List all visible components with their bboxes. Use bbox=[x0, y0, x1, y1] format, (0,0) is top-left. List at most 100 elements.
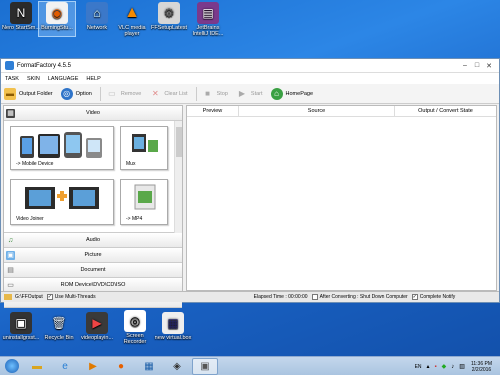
menu-language[interactable]: LANGUAGE bbox=[48, 76, 79, 82]
complete-notify-checkbox[interactable]: ✓ bbox=[411, 294, 418, 300]
tile-mux[interactable]: Mux bbox=[120, 126, 168, 170]
app-icon: ◈ bbox=[173, 360, 181, 372]
menu-help[interactable]: HELP bbox=[86, 76, 100, 82]
media-player-icon: ▶ bbox=[89, 360, 97, 372]
multithreads-checkbox[interactable]: ✓ bbox=[46, 294, 53, 300]
tray-app-icon[interactable]: ▪ bbox=[435, 364, 437, 370]
tile-mux-label: Mux bbox=[126, 161, 136, 167]
nero-icon: N bbox=[10, 2, 32, 24]
taskbar-ie[interactable]: e bbox=[52, 358, 78, 375]
category-audio[interactable]: ♫ Audio bbox=[4, 233, 182, 248]
after-converting-checkbox[interactable] bbox=[311, 294, 318, 300]
desktop-icon-jetbrains[interactable]: ▤ JetBrains IntelliJ IDE... bbox=[189, 2, 227, 37]
category-document-label: Document bbox=[80, 267, 106, 273]
formatfactory-window: FormatFactory 4.5.5 – □ ✕ TASK SKIN LANG… bbox=[0, 58, 500, 308]
tile-mobile-device[interactable]: -> Mobile Device bbox=[10, 126, 114, 170]
toolbar-divider bbox=[195, 86, 197, 101]
language-indicator[interactable]: EN bbox=[415, 364, 422, 370]
desktop-icon-ffsetup[interactable]: ⚙ FFSetupLatest bbox=[150, 2, 188, 31]
desktop-icon-vlc[interactable]: ▲ VLC media player bbox=[113, 2, 151, 38]
desktop-icon-label: JetBrains IntelliJ IDE... bbox=[192, 25, 224, 37]
taskbar-firefox[interactable]: ● bbox=[108, 358, 134, 375]
maximize-button[interactable]: □ bbox=[471, 62, 483, 69]
video-icon: ▦ bbox=[6, 108, 15, 118]
stop-button[interactable]: ■ Stop bbox=[202, 88, 228, 100]
desktop-icon-nero[interactable]: N Nero StartSm... bbox=[2, 2, 40, 31]
burningstudio-icon: ◉ bbox=[46, 2, 68, 24]
system-tray: EN ▴ ▪ ◆ ♪ ▥ 11:36 PM 2/2/2016 bbox=[415, 357, 492, 375]
firefox-icon: ● bbox=[117, 360, 125, 372]
video-file-icon: ▶ bbox=[86, 312, 108, 334]
remove-label: Remove bbox=[120, 90, 142, 97]
ffsetup-icon: ⚙ bbox=[158, 2, 180, 24]
desktop-icon-screen-recorder[interactable]: ◎ Screen Recorder bbox=[116, 310, 154, 345]
remove-button[interactable]: ▭ Remove bbox=[106, 88, 141, 100]
clock[interactable]: 11:36 PM 2/2/2016 bbox=[471, 361, 492, 373]
video-joiner-icon bbox=[25, 187, 99, 209]
elapsed-time: Elapsed Time : 00:00:00 bbox=[253, 294, 308, 300]
desktop-icon-video-file[interactable]: ▶ videoplayin... bbox=[78, 312, 116, 341]
column-output[interactable]: Output / Convert State bbox=[395, 106, 496, 116]
close-button[interactable]: ✕ bbox=[483, 62, 495, 70]
menu-skin[interactable]: SKIN bbox=[27, 76, 40, 82]
tray-shield-icon[interactable]: ◆ bbox=[442, 363, 447, 370]
stop-icon: ■ bbox=[205, 89, 210, 98]
tray-expand-icon[interactable]: ▴ bbox=[427, 363, 430, 370]
category-document[interactable]: ▤ Document bbox=[4, 263, 182, 278]
tile-mp4[interactable]: -> MP4 bbox=[120, 179, 168, 225]
volume-icon[interactable]: ♪ bbox=[451, 364, 454, 370]
category-scrollbar[interactable] bbox=[174, 121, 182, 233]
menu-task[interactable]: TASK bbox=[5, 76, 19, 82]
picture-icon: ▣ bbox=[6, 250, 15, 260]
taskbar-explorer[interactable]: ▬ bbox=[24, 358, 50, 375]
homepage-label: HomePage bbox=[285, 90, 314, 97]
desktop-icon-uninstall[interactable]: ▣ uninstallgrsst... bbox=[2, 312, 40, 341]
column-preview[interactable]: Preview bbox=[187, 106, 239, 116]
desktop-icon-virtualbox[interactable]: ▦ new virtual.box bbox=[154, 312, 192, 341]
clock-date: 2/2/2016 bbox=[471, 366, 492, 373]
start-button[interactable]: ▶ Start bbox=[236, 88, 263, 100]
virtualbox-icon: ▦ bbox=[144, 360, 154, 372]
minimize-button[interactable]: – bbox=[459, 62, 471, 69]
clear-list-icon: ✕ bbox=[151, 89, 159, 98]
output-path[interactable]: G:\FFOutput bbox=[15, 294, 43, 300]
desktop-icon-network[interactable]: ⌂ Network bbox=[78, 2, 116, 31]
mp4-file-icon bbox=[134, 184, 156, 210]
formatfactory-icon: ▣ bbox=[200, 360, 210, 372]
network-tray-icon[interactable]: ▥ bbox=[459, 363, 465, 370]
scrollbar-thumb[interactable] bbox=[176, 127, 182, 157]
category-video[interactable]: ▦ Video bbox=[4, 106, 182, 121]
desktop-icon-label: new virtual.box bbox=[154, 335, 192, 341]
category-picture-label: Picture bbox=[84, 252, 102, 258]
task-list-header: Preview Source Output / Convert State bbox=[187, 106, 496, 117]
desktop-icon-burningstudio[interactable]: ◉ BurningStu... bbox=[38, 1, 76, 37]
taskbar-formatfactory[interactable]: ▣ bbox=[192, 357, 218, 375]
taskbar-media-player[interactable]: ▶ bbox=[80, 358, 106, 375]
after-converting-label: After Converting : Shut Down Computer bbox=[319, 294, 408, 300]
title-bar[interactable]: FormatFactory 4.5.5 – □ ✕ bbox=[1, 59, 499, 73]
vlc-icon: ▲ bbox=[124, 4, 140, 21]
taskbar-virtualbox[interactable]: ▦ bbox=[136, 358, 162, 375]
column-source[interactable]: Source bbox=[239, 106, 395, 116]
mux-icon bbox=[132, 134, 158, 152]
desktop-icon-recycle-bin[interactable]: 🗑 Recycle Bin bbox=[40, 312, 78, 341]
option-icon: ◎ bbox=[60, 87, 73, 100]
output-folder-button[interactable]: ▬ Output Folder bbox=[4, 87, 53, 100]
main-content: ▦ Video -> Mobile Device Mux Video Joine… bbox=[1, 105, 499, 308]
desktop-icon-label: Network bbox=[86, 25, 108, 31]
category-audio-label: Audio bbox=[85, 237, 101, 243]
category-rom-label: ROM Device\DVD\CD\ISO bbox=[60, 282, 126, 288]
internet-explorer-icon: e bbox=[62, 360, 68, 372]
clear-list-button[interactable]: ✕ Clear List bbox=[149, 88, 188, 100]
remove-icon: ▭ bbox=[108, 89, 116, 98]
homepage-button[interactable]: ⌂ HomePage bbox=[270, 87, 314, 100]
multithreads-label: Use Multi-Threads bbox=[54, 294, 96, 300]
tile-video-joiner[interactable]: Video Joiner bbox=[10, 179, 114, 225]
category-picture[interactable]: ▣ Picture bbox=[4, 248, 182, 263]
audio-icon: ♫ bbox=[7, 236, 14, 244]
taskbar-app[interactable]: ◈ bbox=[164, 358, 190, 375]
mobile-devices-icon bbox=[20, 132, 102, 158]
option-button[interactable]: ◎ Option bbox=[60, 87, 92, 100]
start-orb-button[interactable] bbox=[2, 358, 22, 375]
document-icon: ▤ bbox=[7, 267, 14, 274]
